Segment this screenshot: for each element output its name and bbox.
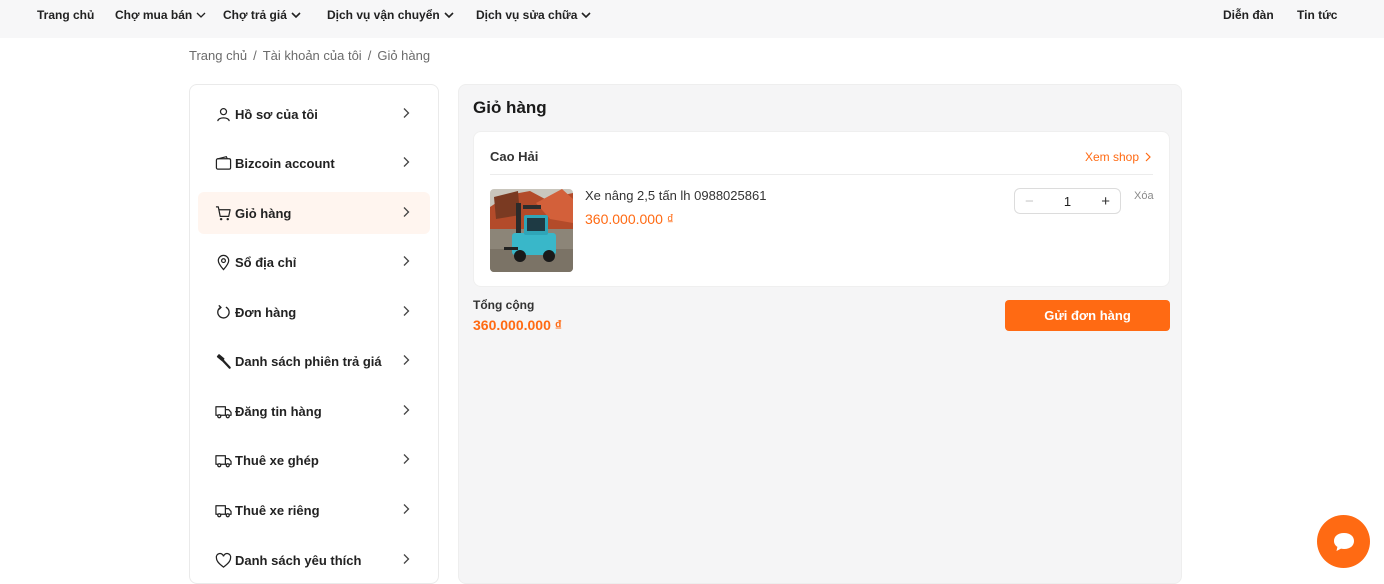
truck-icon — [214, 402, 232, 420]
wallet-icon — [214, 154, 232, 172]
sidebar-item-label: Danh sách yêu thích — [235, 552, 362, 568]
account-sidebar: Hồ sơ của tôi Bizcoin account Giỏ hàng S… — [189, 84, 439, 584]
nav-item-repair[interactable]: Dịch vụ sửa chữa — [476, 8, 592, 22]
sidebar-item-label: Giỏ hàng — [235, 205, 292, 221]
nav-item-shipping[interactable]: Dịch vụ vận chuyển — [327, 8, 455, 22]
chevron-right-icon — [403, 306, 410, 316]
nav-item-label: Dịch vụ vận chuyển — [327, 8, 440, 22]
quantity-stepper: − 1 + — [1014, 188, 1121, 214]
product-image[interactable] — [490, 189, 573, 272]
chevron-down-icon — [444, 12, 454, 19]
sidebar-item-label: Đơn hàng — [235, 304, 297, 320]
total-value: 360.000.000 ₫ — [473, 317, 562, 333]
refresh-icon — [214, 303, 232, 321]
sidebar-item-address-book[interactable]: Sổ địa chỉ — [198, 241, 430, 283]
page-title: Giỏ hàng — [473, 98, 547, 117]
product-name[interactable]: Xe nâng 2,5 tấn lh 0988025861 — [585, 188, 766, 203]
chevron-right-icon — [403, 157, 410, 167]
sidebar-item-label: Thuê xe riêng — [235, 502, 320, 518]
chevron-right-icon — [403, 405, 410, 415]
nav-item-label: Diễn đàn — [1223, 8, 1274, 22]
chevron-right-icon — [403, 355, 410, 365]
sidebar-item-wishlist[interactable]: Danh sách yêu thích — [198, 539, 430, 581]
chevron-right-icon — [403, 554, 410, 564]
sidebar-item-label: Bizcoin account — [235, 155, 335, 171]
increase-quantity-button[interactable]: + — [1101, 193, 1110, 210]
decrease-quantity-button[interactable]: − — [1025, 193, 1034, 210]
sidebar-item-profile[interactable]: Hồ sơ của tôi — [198, 93, 430, 135]
chevron-right-icon — [403, 207, 410, 217]
nav-item-auction[interactable]: Chợ trả giá — [223, 8, 302, 22]
chevron-right-icon — [403, 454, 410, 464]
nav-item-forum[interactable]: Diễn đàn — [1223, 8, 1274, 22]
nav-item-label: Tin tức — [1297, 8, 1338, 22]
chevron-right-icon — [403, 256, 410, 266]
quantity-value[interactable]: 1 — [1064, 194, 1071, 209]
breadcrumb-home[interactable]: Trang chủ — [189, 48, 247, 63]
cart-panel: Giỏ hàng Cao Hải Xem shop Xe nâng 2,5 tấ… — [458, 84, 1182, 584]
truck-icon — [214, 501, 232, 519]
chevron-right-icon — [403, 504, 410, 514]
user-icon — [214, 105, 232, 123]
breadcrumb-separator: / — [367, 48, 372, 63]
breadcrumb-account[interactable]: Tài khoản của tôi — [263, 48, 362, 63]
shop-name: Cao Hải — [490, 149, 539, 164]
sidebar-item-private-truck[interactable]: Thuê xe riêng — [198, 489, 430, 531]
sidebar-item-post-goods[interactable]: Đăng tin hàng — [198, 390, 430, 432]
shop-card: Cao Hải Xem shop Xe nâng 2,5 tấn lh 0988… — [473, 131, 1170, 287]
sidebar-item-orders[interactable]: Đơn hàng — [198, 291, 430, 333]
chat-icon — [1333, 532, 1354, 551]
sidebar-item-label: Đăng tin hàng — [235, 403, 322, 419]
chevron-right-icon — [403, 108, 410, 118]
view-shop-link[interactable]: Xem shop — [1085, 150, 1153, 164]
sidebar-item-label: Danh sách phiên trả giá — [235, 353, 382, 369]
sidebar-item-bizcoin[interactable]: Bizcoin account — [198, 142, 430, 184]
nav-item-label: Chợ mua bán — [115, 8, 193, 22]
sidebar-item-auction-list[interactable]: Danh sách phiên trả giá — [198, 340, 430, 382]
nav-item-marketplace[interactable]: Chợ mua bán — [115, 8, 207, 22]
top-navigation: Trang chủ Chợ mua bán Chợ trả giá Dịch v… — [0, 0, 1384, 38]
breadcrumb-current: Giỏ hàng — [377, 48, 431, 63]
submit-order-button[interactable]: Gửi đơn hàng — [1005, 300, 1170, 331]
sidebar-item-shared-truck[interactable]: Thuê xe ghép — [198, 439, 430, 481]
gavel-icon — [214, 352, 232, 370]
breadcrumb-separator: / — [253, 48, 257, 63]
nav-item-news[interactable]: Tin tức — [1297, 8, 1337, 22]
chevron-right-icon — [1145, 152, 1151, 162]
chevron-down-icon — [291, 12, 301, 19]
heart-icon — [214, 551, 232, 569]
breadcrumb: Trang chủ / Tài khoản của tôi / Giỏ hàng — [189, 48, 430, 63]
sidebar-item-cart[interactable]: Giỏ hàng — [198, 192, 430, 234]
chevron-down-icon — [196, 12, 206, 18]
truck-icon — [214, 451, 232, 469]
nav-item-label: Dịch vụ sửa chữa — [476, 8, 578, 22]
chevron-down-icon — [581, 12, 591, 19]
map-pin-icon — [214, 253, 232, 271]
nav-item-home[interactable]: Trang chủ — [37, 8, 94, 22]
cart-icon — [214, 204, 232, 222]
sidebar-item-label: Hồ sơ của tôi — [235, 106, 318, 122]
total-label: Tổng cộng — [473, 298, 535, 312]
nav-item-label: Chợ trả giá — [223, 8, 287, 22]
view-shop-label: Xem shop — [1084, 150, 1139, 164]
nav-item-label: Trang chủ — [37, 8, 95, 22]
product-price: 360.000.000 ₫ — [585, 211, 674, 227]
chat-button[interactable] — [1317, 515, 1370, 568]
remove-item-button[interactable]: Xóa — [1134, 190, 1154, 202]
divider — [490, 174, 1153, 175]
sidebar-item-label: Sổ địa chỉ — [235, 254, 297, 270]
sidebar-item-label: Thuê xe ghép — [235, 452, 319, 468]
